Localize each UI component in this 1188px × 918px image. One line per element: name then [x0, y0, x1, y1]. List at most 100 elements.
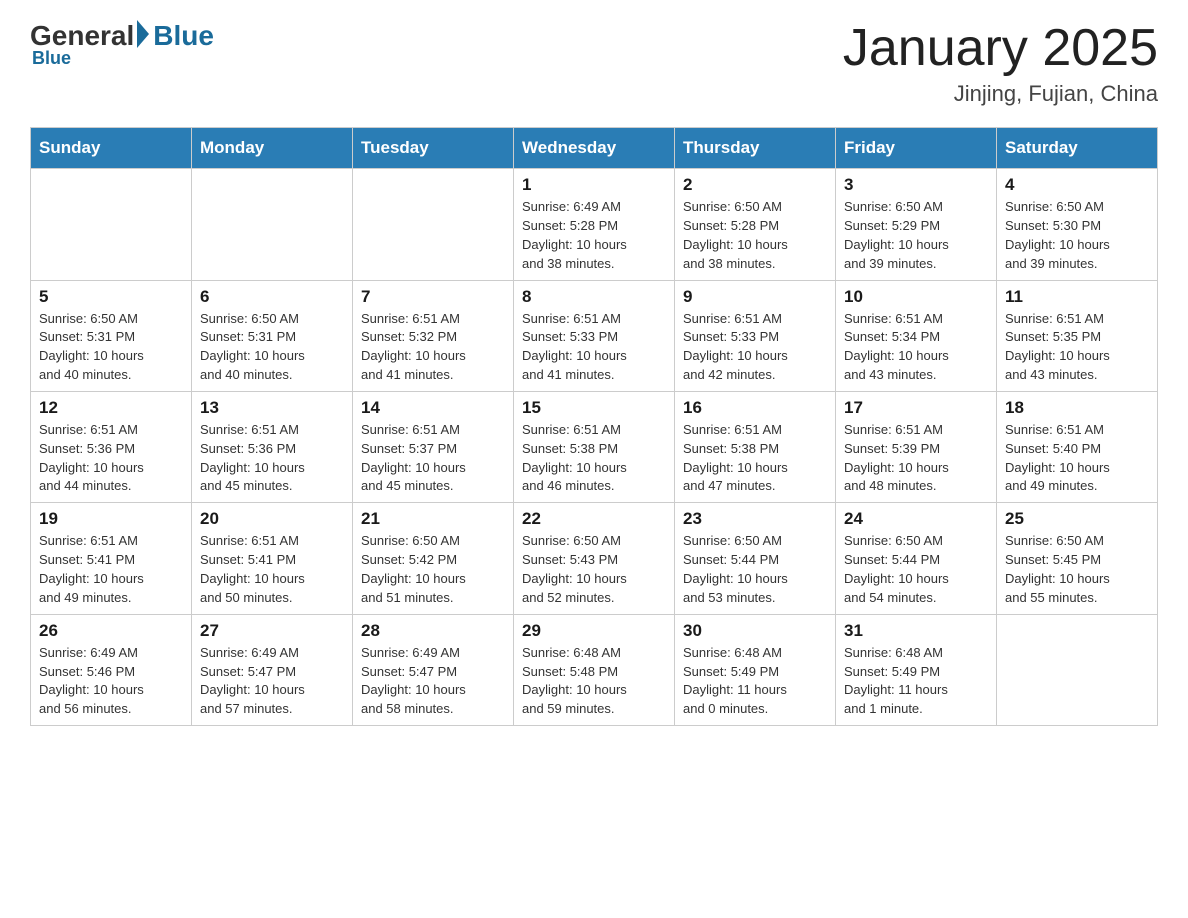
day-number: 20 — [200, 509, 344, 529]
day-number: 29 — [522, 621, 666, 641]
calendar-cell: 16Sunrise: 6:51 AMSunset: 5:38 PMDayligh… — [675, 391, 836, 502]
day-info: Sunrise: 6:51 AMSunset: 5:41 PMDaylight:… — [39, 532, 183, 607]
day-number: 5 — [39, 287, 183, 307]
calendar-cell: 2Sunrise: 6:50 AMSunset: 5:28 PMDaylight… — [675, 169, 836, 280]
weekday-header-monday: Monday — [192, 128, 353, 169]
day-info: Sunrise: 6:51 AMSunset: 5:41 PMDaylight:… — [200, 532, 344, 607]
day-info: Sunrise: 6:49 AMSunset: 5:47 PMDaylight:… — [361, 644, 505, 719]
day-number: 4 — [1005, 175, 1149, 195]
weekday-header-row: SundayMondayTuesdayWednesdayThursdayFrid… — [31, 128, 1158, 169]
calendar-cell: 5 Sunrise: 6:50 AMSunset: 5:31 PMDaylight… — [31, 280, 192, 391]
calendar-cell: 26 Sunrise: 6:49 AMSunset: 5:46 PMDayligh… — [31, 614, 192, 725]
day-number: 13 — [200, 398, 344, 418]
calendar-cell — [353, 169, 514, 280]
calendar-cell — [31, 169, 192, 280]
calendar-cell: 28Sunrise: 6:49 AMSunset: 5:47 PMDayligh… — [353, 614, 514, 725]
calendar-cell: 12 Sunrise: 6:51 AMSunset: 5:36 PMDayligh… — [31, 391, 192, 502]
day-number: 18 — [1005, 398, 1149, 418]
calendar-cell — [997, 614, 1158, 725]
day-info: Sunrise: 6:50 AMSunset: 5:30 PMDaylight:… — [1005, 198, 1149, 273]
month-title: January 2025 — [843, 20, 1158, 77]
day-number: 19 — [39, 509, 183, 529]
logo: General Blue Blue — [30, 20, 214, 69]
weekday-header-wednesday: Wednesday — [514, 128, 675, 169]
day-info: Sunrise: 6:48 AMSunset: 5:48 PMDaylight:… — [522, 644, 666, 719]
calendar-week-2: 5 Sunrise: 6:50 AMSunset: 5:31 PMDaylight… — [31, 280, 1158, 391]
calendar-cell: 27 Sunrise: 6:49 AMSunset: 5:47 PMDayligh… — [192, 614, 353, 725]
day-info: Sunrise: 6:49 AMSunset: 5:46 PMDaylight:… — [39, 644, 183, 719]
calendar-cell: 18 Sunrise: 6:51 AMSunset: 5:40 PMDayligh… — [997, 391, 1158, 502]
day-info: Sunrise: 6:50 AMSunset: 5:43 PMDaylight:… — [522, 532, 666, 607]
day-number: 15 — [522, 398, 666, 418]
day-number: 1 — [522, 175, 666, 195]
day-number: 25 — [1005, 509, 1149, 529]
day-info: Sunrise: 6:51 AMSunset: 5:39 PMDaylight:… — [844, 421, 988, 496]
day-info: Sunrise: 6:50 AMSunset: 5:31 PMDaylight:… — [39, 310, 183, 385]
day-number: 30 — [683, 621, 827, 641]
calendar-cell: 11Sunrise: 6:51 AMSunset: 5:35 PMDayligh… — [997, 280, 1158, 391]
calendar-cell: 7Sunrise: 6:51 AMSunset: 5:32 PMDaylight… — [353, 280, 514, 391]
page-header: General Blue Blue January 2025 Jinjing, … — [30, 20, 1158, 107]
calendar-cell: 30 Sunrise: 6:48 AMSunset: 5:49 PMDayligh… — [675, 614, 836, 725]
day-number: 7 — [361, 287, 505, 307]
day-info: Sunrise: 6:51 AMSunset: 5:33 PMDaylight:… — [522, 310, 666, 385]
calendar-week-5: 26 Sunrise: 6:49 AMSunset: 5:46 PMDayligh… — [31, 614, 1158, 725]
day-info: Sunrise: 6:50 AMSunset: 5:45 PMDaylight:… — [1005, 532, 1149, 607]
weekday-header-tuesday: Tuesday — [353, 128, 514, 169]
day-info: Sunrise: 6:51 AMSunset: 5:36 PMDaylight:… — [39, 421, 183, 496]
day-number: 12 — [39, 398, 183, 418]
calendar-cell: 23 Sunrise: 6:50 AMSunset: 5:44 PMDayligh… — [675, 503, 836, 614]
calendar-cell: 17 Sunrise: 6:51 AMSunset: 5:39 PMDayligh… — [836, 391, 997, 502]
day-info: Sunrise: 6:49 AMSunset: 5:47 PMDaylight:… — [200, 644, 344, 719]
calendar-cell: 20 Sunrise: 6:51 AMSunset: 5:41 PMDayligh… — [192, 503, 353, 614]
calendar-cell: 29 Sunrise: 6:48 AMSunset: 5:48 PMDayligh… — [514, 614, 675, 725]
calendar-cell: 3 Sunrise: 6:50 AMSunset: 5:29 PMDaylight… — [836, 169, 997, 280]
day-info: Sunrise: 6:50 AMSunset: 5:28 PMDaylight:… — [683, 198, 827, 273]
day-number: 22 — [522, 509, 666, 529]
day-info: Sunrise: 6:51 AMSunset: 5:37 PMDaylight:… — [361, 421, 505, 496]
day-number: 24 — [844, 509, 988, 529]
logo-bottom-text: Blue — [30, 48, 214, 69]
day-info: Sunrise: 6:50 AMSunset: 5:44 PMDaylight:… — [683, 532, 827, 607]
day-info: Sunrise: 6:50 AMSunset: 5:42 PMDaylight:… — [361, 532, 505, 607]
calendar-header: SundayMondayTuesdayWednesdayThursdayFrid… — [31, 128, 1158, 169]
day-number: 3 — [844, 175, 988, 195]
day-number: 27 — [200, 621, 344, 641]
weekday-header-sunday: Sunday — [31, 128, 192, 169]
day-number: 9 — [683, 287, 827, 307]
calendar-body: 1 Sunrise: 6:49 AMSunset: 5:28 PMDaylight… — [31, 169, 1158, 726]
calendar-cell: 31Sunrise: 6:48 AMSunset: 5:49 PMDayligh… — [836, 614, 997, 725]
calendar-table: SundayMondayTuesdayWednesdayThursdayFrid… — [30, 127, 1158, 726]
day-number: 14 — [361, 398, 505, 418]
day-number: 31 — [844, 621, 988, 641]
calendar-cell: 19 Sunrise: 6:51 AMSunset: 5:41 PMDayligh… — [31, 503, 192, 614]
calendar-cell: 21 Sunrise: 6:50 AMSunset: 5:42 PMDayligh… — [353, 503, 514, 614]
day-info: Sunrise: 6:51 AMSunset: 5:34 PMDaylight:… — [844, 310, 988, 385]
day-info: Sunrise: 6:48 AMSunset: 5:49 PMDaylight:… — [683, 644, 827, 719]
calendar-cell: 15Sunrise: 6:51 AMSunset: 5:38 PMDayligh… — [514, 391, 675, 502]
day-info: Sunrise: 6:51 AMSunset: 5:40 PMDaylight:… — [1005, 421, 1149, 496]
day-info: Sunrise: 6:51 AMSunset: 5:35 PMDaylight:… — [1005, 310, 1149, 385]
calendar-week-3: 12 Sunrise: 6:51 AMSunset: 5:36 PMDayligh… — [31, 391, 1158, 502]
day-number: 23 — [683, 509, 827, 529]
day-info: Sunrise: 6:51 AMSunset: 5:33 PMDaylight:… — [683, 310, 827, 385]
calendar-cell: 24 Sunrise: 6:50 AMSunset: 5:44 PMDayligh… — [836, 503, 997, 614]
day-info: Sunrise: 6:50 AMSunset: 5:29 PMDaylight:… — [844, 198, 988, 273]
weekday-header-thursday: Thursday — [675, 128, 836, 169]
day-number: 17 — [844, 398, 988, 418]
day-number: 8 — [522, 287, 666, 307]
day-number: 26 — [39, 621, 183, 641]
day-number: 21 — [361, 509, 505, 529]
calendar-cell: 8 Sunrise: 6:51 AMSunset: 5:33 PMDaylight… — [514, 280, 675, 391]
day-info: Sunrise: 6:51 AMSunset: 5:38 PMDaylight:… — [683, 421, 827, 496]
calendar-cell: 22 Sunrise: 6:50 AMSunset: 5:43 PMDayligh… — [514, 503, 675, 614]
calendar-cell: 25 Sunrise: 6:50 AMSunset: 5:45 PMDayligh… — [997, 503, 1158, 614]
calendar-cell: 13 Sunrise: 6:51 AMSunset: 5:36 PMDayligh… — [192, 391, 353, 502]
day-info: Sunrise: 6:51 AMSunset: 5:36 PMDaylight:… — [200, 421, 344, 496]
calendar-week-1: 1 Sunrise: 6:49 AMSunset: 5:28 PMDaylight… — [31, 169, 1158, 280]
day-info: Sunrise: 6:50 AMSunset: 5:31 PMDaylight:… — [200, 310, 344, 385]
day-number: 10 — [844, 287, 988, 307]
day-info: Sunrise: 6:50 AMSunset: 5:44 PMDaylight:… — [844, 532, 988, 607]
calendar-cell: 10 Sunrise: 6:51 AMSunset: 5:34 PMDayligh… — [836, 280, 997, 391]
day-info: Sunrise: 6:49 AMSunset: 5:28 PMDaylight:… — [522, 198, 666, 273]
